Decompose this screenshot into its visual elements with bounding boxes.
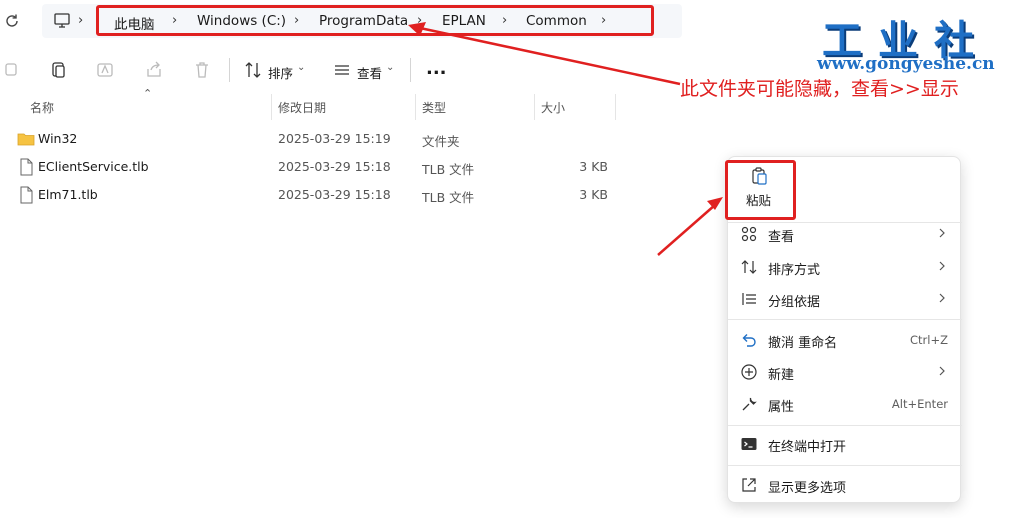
chevron-right-icon bbox=[939, 293, 945, 303]
menu-item-show-more[interactable]: 显示更多选项 bbox=[728, 470, 962, 500]
file-type: TLB 文件 bbox=[422, 190, 475, 205]
menu-item-new[interactable]: 新建 bbox=[728, 357, 962, 387]
menu-item-label: 属性 bbox=[768, 400, 795, 415]
file-icon bbox=[20, 186, 33, 204]
toolbar-divider bbox=[229, 58, 230, 82]
column-divider[interactable] bbox=[615, 94, 616, 120]
menu-item-shortcut: Alt+Enter bbox=[891, 397, 948, 411]
terminal-icon bbox=[741, 438, 757, 450]
chevron-right-icon bbox=[939, 228, 945, 238]
column-divider[interactable] bbox=[415, 94, 416, 120]
new-icon bbox=[741, 364, 757, 380]
refresh-icon[interactable] bbox=[3, 12, 21, 30]
column-divider[interactable] bbox=[534, 94, 535, 120]
file-icon bbox=[20, 158, 33, 176]
file-name: Win32 bbox=[38, 131, 78, 146]
more-options-button[interactable]: ... bbox=[426, 58, 447, 79]
file-name: EClientService.tlb bbox=[38, 159, 149, 174]
menu-item-label: 在终端中打开 bbox=[768, 440, 847, 455]
menu-item-open-terminal[interactable]: 在终端中打开 bbox=[728, 429, 962, 459]
table-row[interactable]: Win32 2025-03-29 15:19 文件夹 bbox=[0, 125, 640, 153]
arrow-head bbox=[707, 197, 723, 210]
chevron-down-icon[interactable]: ⌄ bbox=[386, 62, 394, 73]
column-divider[interactable] bbox=[271, 94, 272, 120]
menu-item-label: 撤消 重命名 bbox=[768, 336, 838, 351]
menu-item-view[interactable]: 查看 bbox=[728, 219, 962, 249]
menu-divider bbox=[728, 465, 962, 466]
chevron-right-icon bbox=[939, 261, 945, 271]
watermark-url: www.gongyeshe.cn bbox=[817, 54, 995, 74]
menu-divider bbox=[728, 425, 962, 426]
annotation-note: 此文件夹可能隐藏，查看>>显示 bbox=[680, 78, 959, 100]
column-header-date[interactable]: 修改日期 bbox=[278, 99, 326, 116]
grid-icon bbox=[741, 226, 757, 242]
file-date: 2025-03-29 15:18 bbox=[278, 159, 391, 174]
file-type: TLB 文件 bbox=[422, 162, 475, 177]
menu-item-label: 查看 bbox=[768, 230, 795, 245]
view-icon[interactable] bbox=[332, 60, 352, 80]
paste-highlight-box bbox=[725, 160, 796, 220]
group-icon bbox=[742, 293, 756, 305]
wrench-icon bbox=[742, 397, 757, 411]
menu-item-undo-rename[interactable]: 撤消 重命名 Ctrl+Z bbox=[728, 325, 962, 355]
file-type: 文件夹 bbox=[422, 134, 460, 149]
undo-icon bbox=[742, 334, 756, 347]
address-highlight-box bbox=[96, 5, 654, 36]
chevron-down-icon[interactable]: ⌄ bbox=[297, 62, 305, 73]
table-row[interactable]: EClientService.tlb 2025-03-29 15:18 TLB … bbox=[0, 153, 640, 181]
menu-item-properties[interactable]: 属性 Alt+Enter bbox=[728, 389, 962, 419]
table-row[interactable]: Elm71.tlb 2025-03-29 15:18 TLB 文件 3 KB bbox=[0, 181, 640, 209]
sort-icon[interactable] bbox=[243, 60, 263, 80]
sort-button[interactable]: 排序 bbox=[268, 63, 293, 82]
column-header-type[interactable]: 类型 bbox=[422, 99, 446, 116]
arrow-to-paste bbox=[657, 204, 716, 256]
copy-icon[interactable] bbox=[48, 60, 68, 80]
chevron-right-icon bbox=[939, 366, 945, 376]
menu-divider bbox=[728, 319, 962, 320]
computer-icon bbox=[54, 13, 70, 28]
rename-icon[interactable] bbox=[95, 60, 115, 80]
column-header-name[interactable]: 名称 bbox=[30, 99, 54, 116]
sort-up-icon: ⌃ bbox=[143, 87, 153, 100]
file-date: 2025-03-29 15:19 bbox=[278, 131, 391, 146]
file-date: 2025-03-29 15:18 bbox=[278, 187, 391, 202]
sort-icon bbox=[741, 260, 757, 274]
menu-item-shortcut: Ctrl+Z bbox=[910, 333, 948, 347]
file-name: Elm71.tlb bbox=[38, 187, 98, 202]
column-header-size[interactable]: 大小 bbox=[541, 99, 565, 116]
delete-icon[interactable] bbox=[192, 60, 212, 80]
chevron-right-icon: › bbox=[78, 13, 84, 28]
menu-item-label: 显示更多选项 bbox=[768, 481, 847, 496]
menu-item-label: 排序方式 bbox=[768, 263, 821, 278]
share-icon[interactable] bbox=[144, 60, 164, 80]
menu-item-label: 新建 bbox=[768, 368, 795, 383]
menu-item-group-by[interactable]: 分组依据 bbox=[728, 284, 962, 314]
menu-item-sort-by[interactable]: 排序方式 bbox=[728, 252, 962, 282]
file-size: 3 KB bbox=[579, 159, 608, 174]
toolbar-divider bbox=[410, 58, 411, 82]
file-size: 3 KB bbox=[579, 187, 608, 202]
folder-icon bbox=[17, 133, 35, 146]
cut-icon[interactable] bbox=[2, 60, 22, 80]
share-icon bbox=[742, 478, 756, 492]
menu-item-label: 分组依据 bbox=[768, 295, 821, 310]
view-button[interactable]: 查看 bbox=[357, 63, 382, 82]
